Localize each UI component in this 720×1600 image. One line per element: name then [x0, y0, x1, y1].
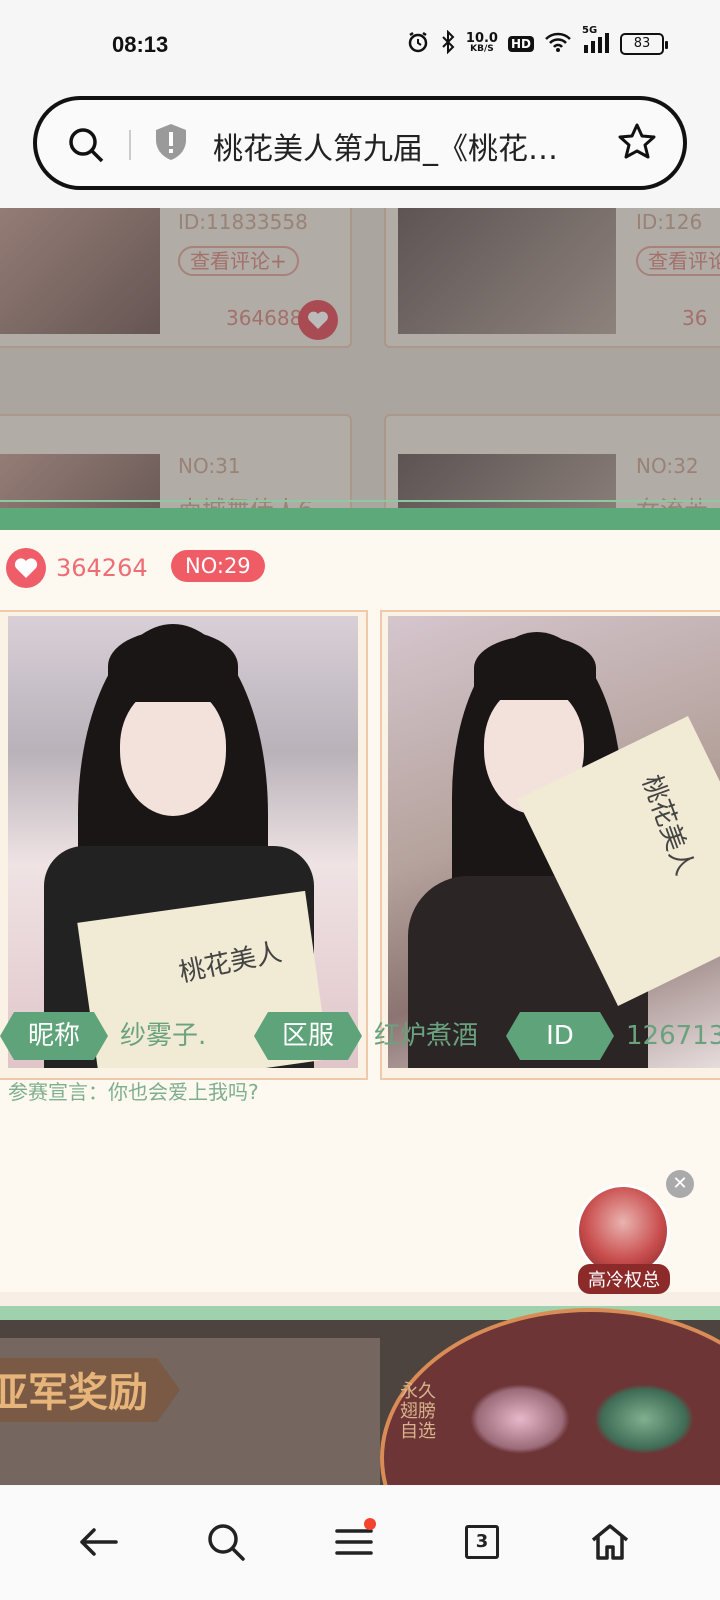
shield-icon[interactable] — [153, 122, 189, 166]
heart-icon[interactable] — [6, 548, 46, 588]
nickname-value: 纱雾子. — [120, 1021, 207, 1051]
photo-frame[interactable]: 桃花美人 — [0, 610, 368, 1080]
id-value: 1267132 — [626, 1021, 720, 1051]
floating-avatar-label[interactable]: 高冷权总 — [578, 1264, 670, 1294]
wing-item[interactable] — [594, 1384, 694, 1454]
menu-button[interactable] — [322, 1510, 386, 1574]
panel-top-band — [0, 508, 720, 530]
status-icons: 10.0 KB/S HD 5G 83 — [406, 25, 668, 58]
vote-count-value: 364264 — [56, 554, 148, 582]
status-bar: 08:13 10.0 KB/S HD 5G 83 — [0, 0, 720, 88]
entry-number-badge: NO:29 — [171, 550, 265, 582]
wifi-icon — [544, 31, 572, 57]
bluetooth-icon — [440, 29, 456, 58]
runner-up-title: 亚军奖励 — [0, 1369, 148, 1416]
search-icon[interactable] — [67, 126, 105, 168]
address-divider — [129, 130, 131, 160]
nickname-tag: 昵称 — [0, 1012, 108, 1060]
status-time: 08:13 — [112, 32, 169, 57]
close-icon[interactable]: ✕ — [666, 1170, 694, 1198]
home-button[interactable] — [578, 1510, 642, 1574]
alarm-icon — [406, 30, 430, 58]
id-tag: ID — [506, 1012, 614, 1060]
entrant-photo[interactable]: 桃花美人 — [388, 616, 720, 1068]
wing-item[interactable] — [470, 1384, 570, 1454]
entrant-photo[interactable]: 桃花美人 — [8, 616, 358, 1068]
hd-icon: HD — [507, 36, 534, 52]
tabs-button[interactable]: 3 — [450, 1510, 514, 1574]
page-title[interactable]: 桃花美人第九届_《桃花… — [213, 124, 593, 168]
signal-icon: 5G — [582, 25, 610, 57]
tabs-count: 3 — [465, 1525, 499, 1559]
vote-count[interactable]: 364264 — [6, 548, 148, 588]
photo-frame[interactable]: 桃花美人 — [380, 610, 720, 1080]
browser-nav-bar: 3 — [0, 1486, 720, 1600]
back-button[interactable] — [66, 1510, 130, 1574]
bookmark-star-icon[interactable] — [617, 122, 657, 166]
address-bar[interactable]: 桃花美人第九届_《桃花… — [33, 96, 687, 190]
dim-overlay[interactable] — [0, 208, 720, 528]
divider-line — [0, 500, 720, 502]
entry-detail-panel: 364264 NO:29 桃花美人 桃花美人 昵称 纱雾子. 区服 红炉煮酒 I… — [0, 530, 720, 1292]
promo-vertical-text: 永久翅膀自选 — [400, 1381, 436, 1442]
server-value: 红炉煮酒 — [374, 1021, 479, 1051]
search-button[interactable] — [194, 1510, 258, 1574]
server-tag: 区服 — [254, 1012, 362, 1060]
battery-indicator: 83 — [620, 33, 668, 55]
entry-declaration: 参赛宣言：你也会爱上我吗? — [8, 1080, 259, 1104]
network-speed: 10.0 KB/S — [465, 31, 498, 54]
notification-dot — [364, 1518, 376, 1530]
